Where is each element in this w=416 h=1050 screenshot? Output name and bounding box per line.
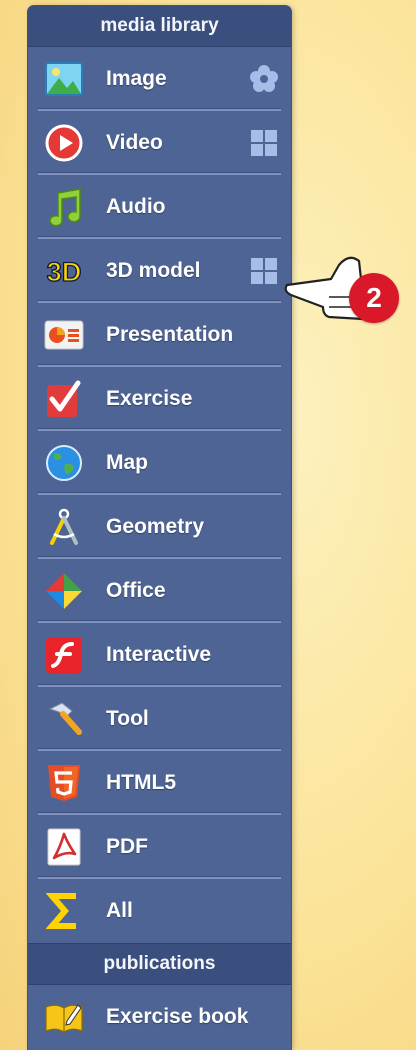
library-item-office[interactable]: Office xyxy=(28,559,291,623)
play-icon xyxy=(44,123,84,163)
step-number-badge: 2 xyxy=(349,273,399,323)
library-item-3d-model[interactable]: 3D 3D model xyxy=(28,239,291,303)
music-note-icon xyxy=(44,187,84,227)
library-item-html5[interactable]: HTML5 xyxy=(28,751,291,815)
checkmark-icon xyxy=(44,379,84,419)
library-item-label: Image xyxy=(106,67,167,90)
library-item-label: Exercise book xyxy=(106,1005,249,1028)
library-item-label: HTML5 xyxy=(106,771,176,794)
library-item-label: Interactive xyxy=(106,643,212,666)
library-item-label: Video xyxy=(106,131,163,154)
hammer-icon xyxy=(44,699,84,739)
compass-icon xyxy=(44,507,84,547)
library-item-presentation[interactable]: Presentation xyxy=(28,303,291,367)
image-icon xyxy=(44,59,84,99)
library-item-label: Presentation xyxy=(106,323,234,346)
library-item-label: Geometry xyxy=(106,515,205,538)
office-diamond-icon xyxy=(44,571,84,611)
library-item-geometry[interactable]: Geometry xyxy=(28,495,291,559)
flower-icon[interactable] xyxy=(249,64,279,94)
sigma-icon xyxy=(44,891,84,931)
library-item-label: 3D model xyxy=(106,259,201,282)
library-item-all[interactable]: All xyxy=(28,879,291,943)
library-item-image[interactable]: Image xyxy=(28,47,291,111)
publications-header: publications xyxy=(28,943,291,985)
library-item-pdf[interactable]: PDF xyxy=(28,815,291,879)
publications-item-exercise-book[interactable]: Exercise book xyxy=(28,985,291,1049)
library-item-video[interactable]: Video xyxy=(28,111,291,175)
library-item-interactive[interactable]: Interactive xyxy=(28,623,291,687)
library-item-audio[interactable]: Audio xyxy=(28,175,291,239)
library-item-label: PDF xyxy=(106,835,148,858)
flash-icon xyxy=(44,635,84,675)
globe-icon xyxy=(44,443,84,483)
media-library-panel: media library Image Video Audio 3D 3D mo… xyxy=(28,6,291,1050)
library-item-label: Exercise xyxy=(106,387,193,410)
presentation-icon xyxy=(44,315,84,355)
exercise-book-icon xyxy=(44,997,84,1037)
grid-icon[interactable] xyxy=(249,128,279,158)
library-item-label: Tool xyxy=(106,707,149,730)
media-library-header: media library xyxy=(28,6,291,47)
library-item-label: Audio xyxy=(106,195,166,218)
grid-icon[interactable] xyxy=(249,256,279,286)
library-item-map[interactable]: Map xyxy=(28,431,291,495)
library-item-label: Office xyxy=(106,579,166,602)
library-item-label: All xyxy=(106,899,133,922)
library-item-tool[interactable]: Tool xyxy=(28,687,291,751)
svg-text:3D: 3D xyxy=(47,256,82,287)
3d-icon: 3D xyxy=(44,251,84,291)
pdf-icon xyxy=(44,827,84,867)
library-item-exercise[interactable]: Exercise xyxy=(28,367,291,431)
library-item-label: Map xyxy=(106,451,148,474)
html5-icon xyxy=(44,763,84,803)
